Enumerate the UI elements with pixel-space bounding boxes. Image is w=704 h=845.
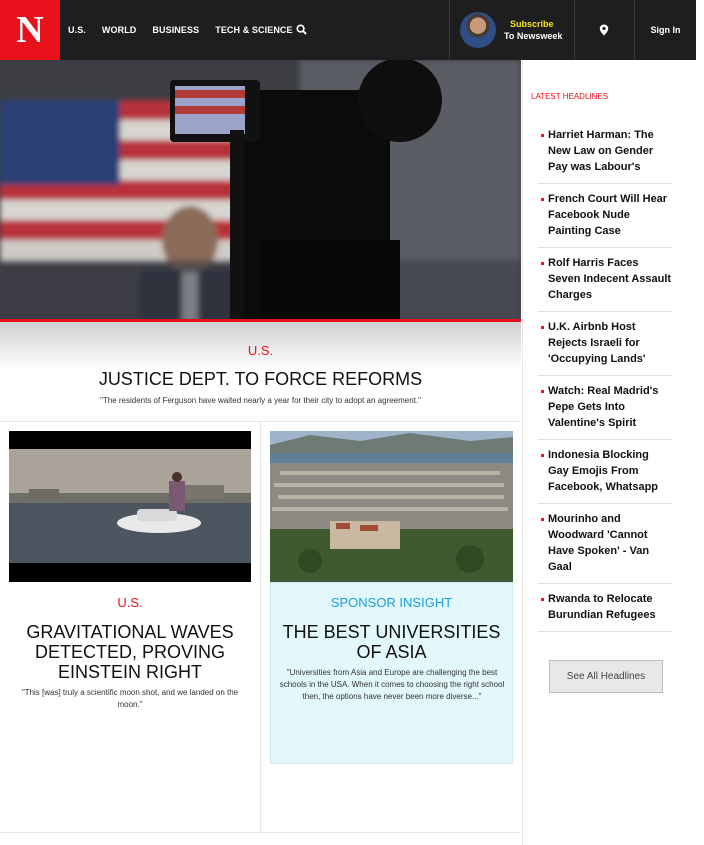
- headline-item[interactable]: Rwanda to Relocate Burundian Refugees: [538, 584, 672, 632]
- bullet-icon: [541, 518, 544, 521]
- headline-text[interactable]: Mourinho and Woodward 'Cannot Have Spoke…: [548, 513, 649, 573]
- card-image-flood[interactable]: [9, 431, 251, 582]
- newsweek-logo[interactable]: N: [0, 0, 60, 60]
- card-category-sponsor[interactable]: SPONSOR INSIGHT: [270, 595, 513, 610]
- latest-headlines-title: LATEST HEADLINES: [531, 92, 609, 101]
- bullet-icon: [541, 262, 544, 265]
- see-all-headlines-button[interactable]: See All Headlines: [549, 660, 663, 693]
- nav-item-business[interactable]: BUSINESS: [152, 25, 199, 35]
- headline-text[interactable]: French Court Will Hear Facebook Nude Pai…: [548, 193, 667, 237]
- card-headline-gravitational-waves[interactable]: GRAVITATIONAL WAVES DETECTED, PROVING EI…: [9, 622, 251, 682]
- headline-text[interactable]: Rolf Harris Faces Seven Indecent Assault…: [548, 257, 671, 301]
- card-image-city[interactable]: [270, 431, 513, 582]
- card-dek-gravitational-waves: "This [was] truly a scientific moon shot…: [21, 688, 239, 709]
- card-divider: [260, 421, 261, 833]
- headline-item[interactable]: Mourinho and Woodward 'Cannot Have Spoke…: [538, 504, 672, 584]
- sign-in-button[interactable]: Sign In: [635, 0, 696, 60]
- headline-text[interactable]: Harriet Harman: The New Law on Gender Pa…: [548, 129, 654, 173]
- bottom-divider: [0, 832, 521, 833]
- subscribe-label: Subscribe: [510, 19, 554, 29]
- headline-item[interactable]: Indonesia Blocking Gay Emojis From Faceb…: [538, 440, 672, 504]
- latest-headlines-list: Harriet Harman: The New Law on Gender Pa…: [538, 120, 672, 632]
- card-category-us[interactable]: U.S.: [9, 595, 251, 610]
- headline-text[interactable]: U.K. Airbnb Host Rejects Israeli for 'Oc…: [548, 321, 646, 365]
- nav-item-tech-science[interactable]: TECH & SCIENCE: [215, 25, 292, 35]
- headline-text[interactable]: Watch: Real Madrid's Pepe Gets Into Vale…: [548, 385, 658, 429]
- hero-category[interactable]: U.S.: [0, 343, 521, 358]
- bullet-icon: [541, 598, 544, 601]
- subscribe-avatar: [460, 12, 496, 48]
- card-headline-universities[interactable]: THE BEST UNIVERSITIES OF ASIA: [270, 622, 513, 662]
- top-nav-bar: N U.S. WORLD BUSINESS TECH & SCIENCE Sub…: [0, 0, 696, 60]
- headline-item[interactable]: Harriet Harman: The New Law on Gender Pa…: [538, 120, 672, 184]
- headline-item[interactable]: Watch: Real Madrid's Pepe Gets Into Vale…: [538, 376, 672, 440]
- location-button[interactable]: [574, 0, 635, 60]
- subscribe-sublabel: To Newsweek: [504, 31, 563, 41]
- bullet-icon: [541, 134, 544, 137]
- hero-image[interactable]: [0, 60, 521, 322]
- headline-item[interactable]: French Court Will Hear Facebook Nude Pai…: [538, 184, 672, 248]
- bullet-icon: [541, 326, 544, 329]
- bullet-icon: [541, 390, 544, 393]
- card-dek-universities: "Universities from Asia and Europe are c…: [279, 668, 505, 701]
- nav-item-us[interactable]: U.S.: [68, 25, 86, 35]
- main-nav: U.S. WORLD BUSINESS TECH & SCIENCE: [68, 0, 309, 60]
- page-edge: [696, 0, 704, 845]
- bullet-icon: [541, 454, 544, 457]
- headline-text[interactable]: Rwanda to Relocate Burundian Refugees: [548, 593, 656, 621]
- bullet-icon: [541, 198, 544, 201]
- headline-item[interactable]: Rolf Harris Faces Seven Indecent Assault…: [538, 248, 672, 312]
- headline-text[interactable]: Indonesia Blocking Gay Emojis From Faceb…: [548, 449, 658, 493]
- search-icon[interactable]: [296, 24, 307, 35]
- subscribe-button[interactable]: Subscribe To Newsweek: [449, 0, 575, 60]
- hero-dek: "The residents of Ferguson have waited n…: [100, 396, 421, 405]
- headline-item[interactable]: U.K. Airbnb Host Rejects Israeli for 'Oc…: [538, 312, 672, 376]
- location-pin-icon: [599, 24, 609, 36]
- nav-item-world[interactable]: WORLD: [102, 25, 137, 35]
- hero-headline[interactable]: JUSTICE DEPT. TO FORCE REFORMS: [0, 369, 521, 390]
